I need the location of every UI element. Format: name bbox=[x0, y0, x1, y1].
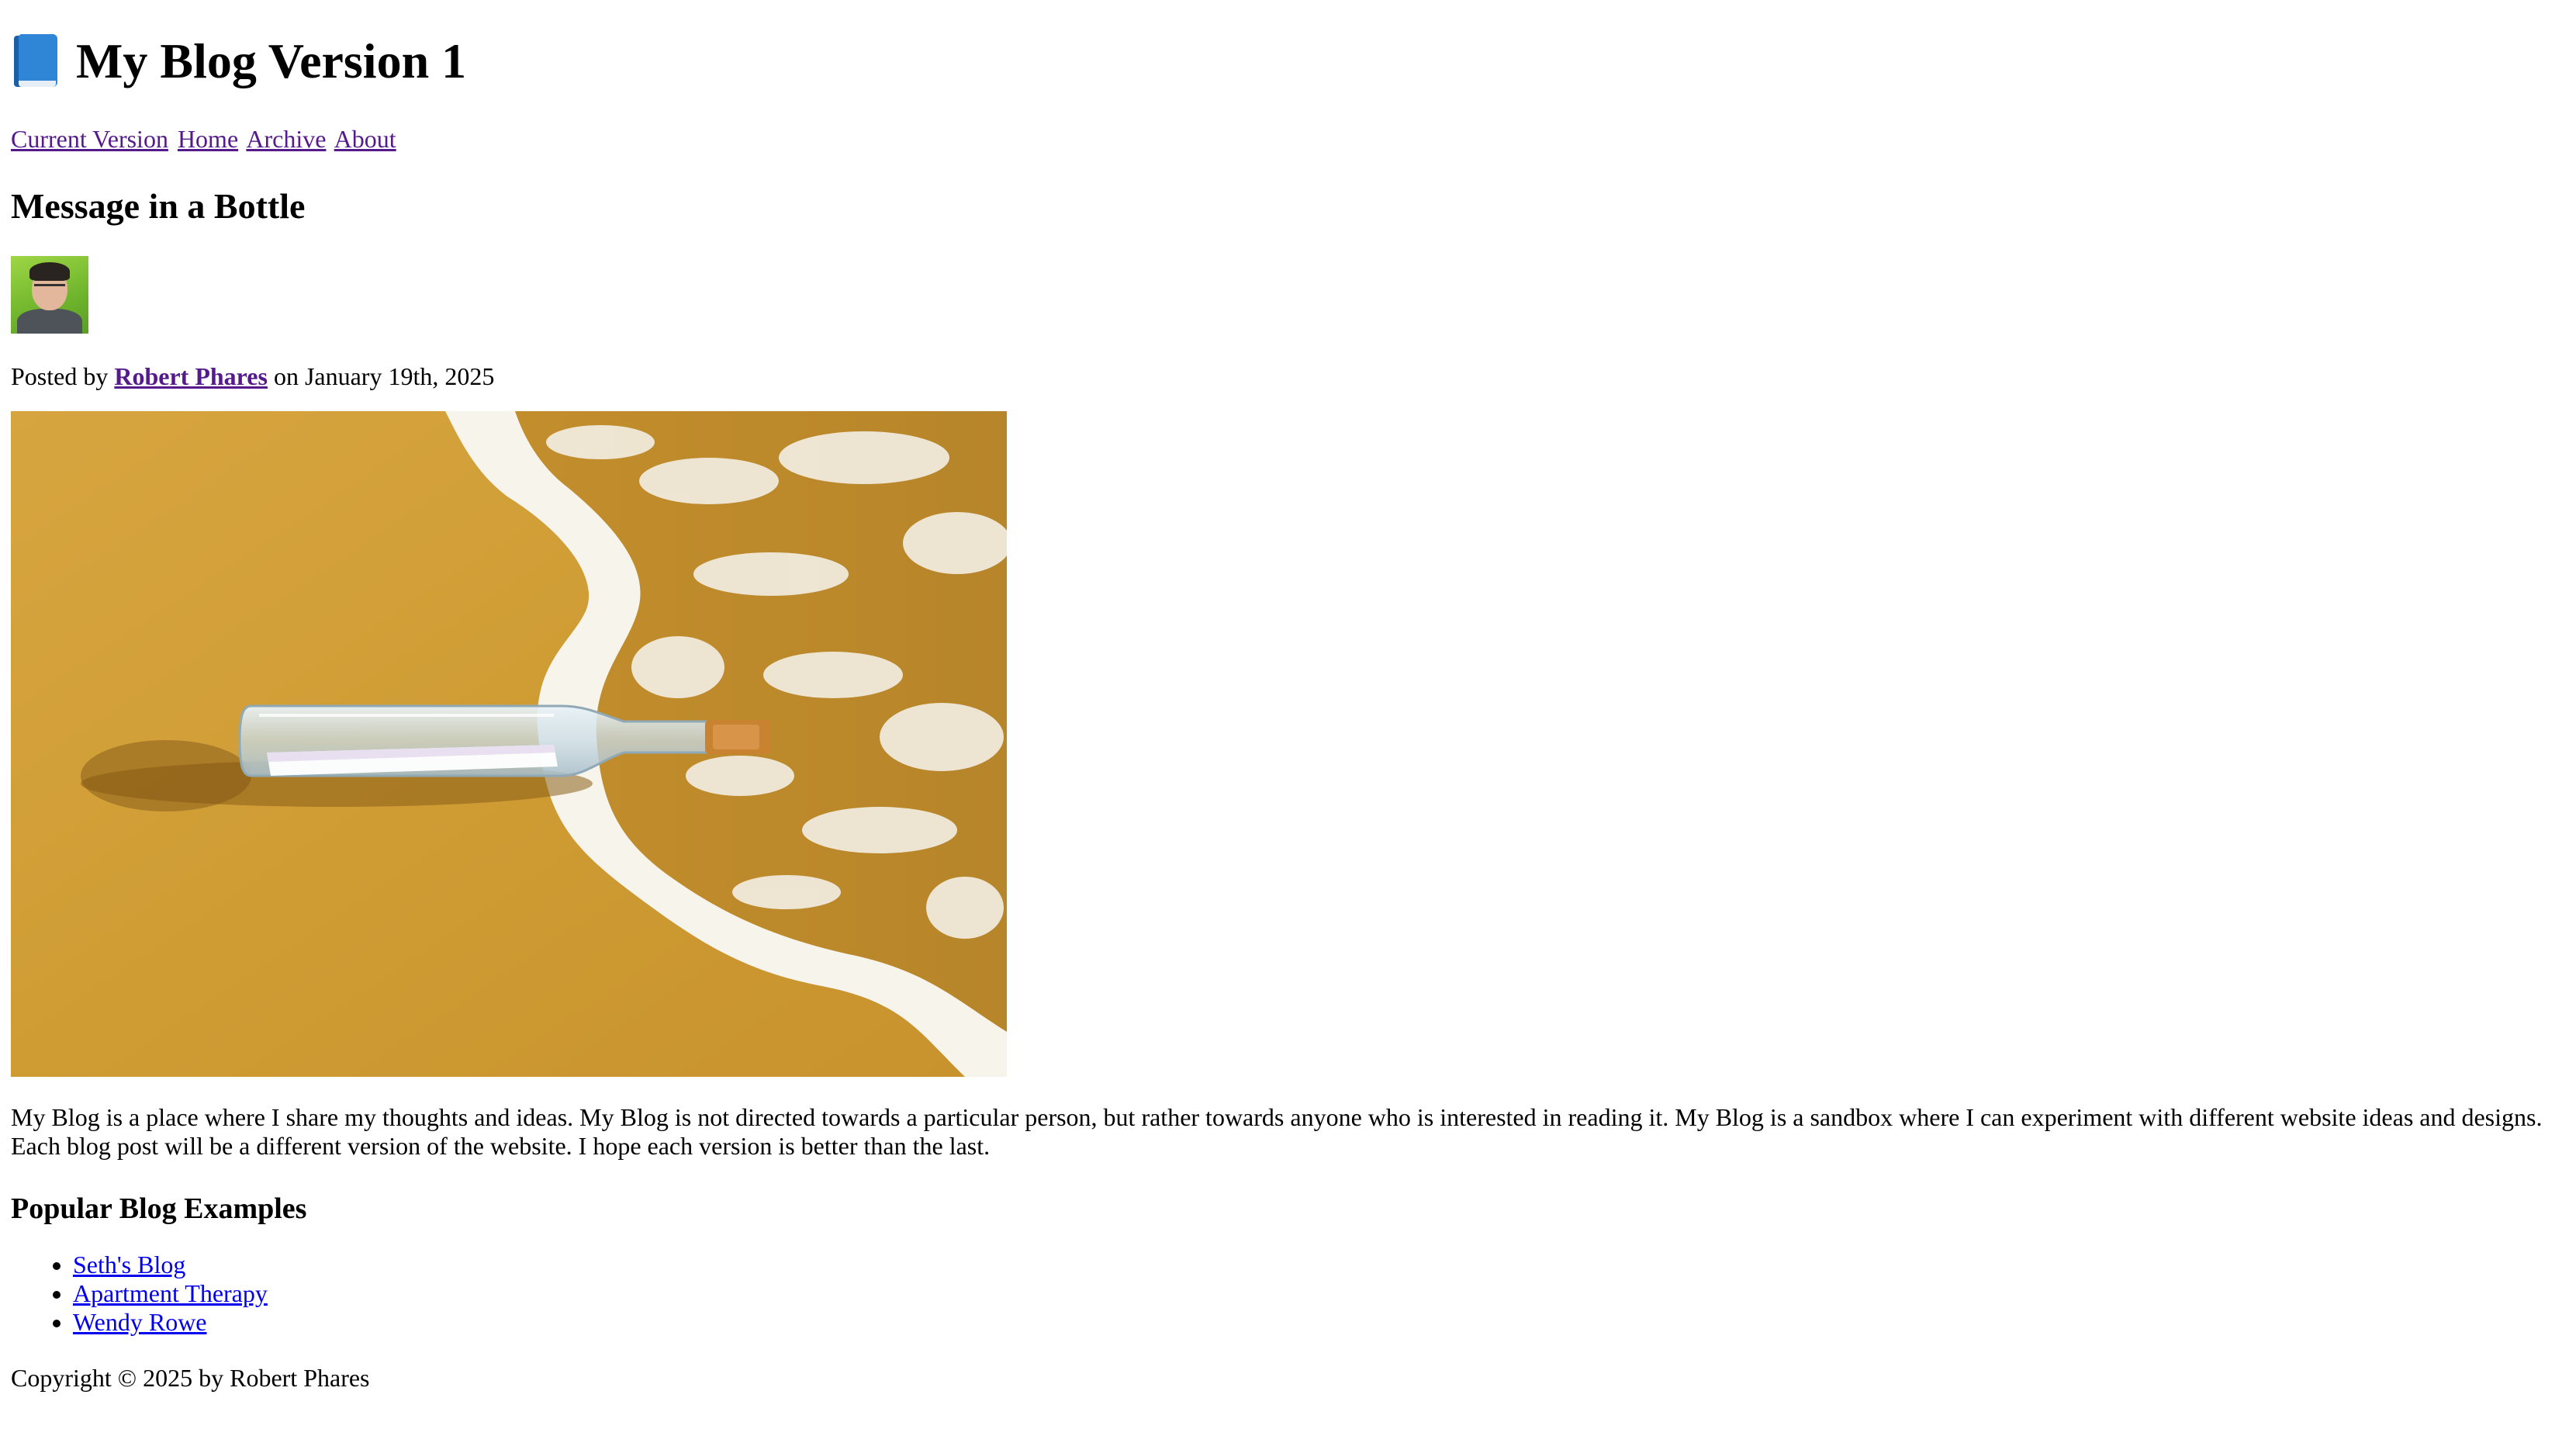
author-link[interactable]: Robert Phares bbox=[114, 362, 268, 390]
popular-list: Seth's Blog Apartment Therapy Wendy Rowe bbox=[11, 1251, 2565, 1337]
footer-copyright: Copyright © 2025 by Robert Phares bbox=[11, 1364, 370, 1393]
post-byline: Posted by Robert Phares on January 19th,… bbox=[11, 362, 2565, 391]
post-hero-image bbox=[11, 410, 1007, 1077]
main-nav: Current Version Home Archive About bbox=[11, 124, 2565, 154]
post-date: on January 19th, 2025 bbox=[273, 362, 495, 390]
nav-link-about[interactable]: About bbox=[334, 125, 396, 153]
list-item: Apartment Therapy bbox=[73, 1279, 2565, 1308]
site-title-text: My Blog Version 1 bbox=[76, 33, 467, 88]
list-item: Wendy Rowe bbox=[73, 1308, 2565, 1337]
nav-link-archive[interactable]: Archive bbox=[246, 125, 326, 153]
author-avatar bbox=[11, 255, 88, 334]
site-title: My Blog Version 1 bbox=[11, 0, 2565, 88]
popular-link-seths-blog[interactable]: Seth's Blog bbox=[73, 1251, 185, 1279]
post-title: Message in a Bottle bbox=[11, 186, 306, 227]
nav-link-current-version[interactable]: Current Version bbox=[11, 125, 168, 153]
popular-link-apartment-therapy[interactable]: Apartment Therapy bbox=[73, 1279, 268, 1307]
list-item: Seth's Blog bbox=[73, 1251, 2565, 1279]
page: My Blog Version 1 Current Version Home A… bbox=[0, 0, 2576, 1436]
popular-heading: Popular Blog Examples bbox=[11, 1192, 307, 1226]
popular-link-wendy-rowe[interactable]: Wendy Rowe bbox=[73, 1308, 207, 1336]
book-icon bbox=[11, 34, 61, 88]
post-body: My Blog is a place where I share my thou… bbox=[11, 1102, 2543, 1161]
byline-prefix: Posted by bbox=[11, 362, 109, 390]
nav-link-home[interactable]: Home bbox=[178, 125, 238, 153]
